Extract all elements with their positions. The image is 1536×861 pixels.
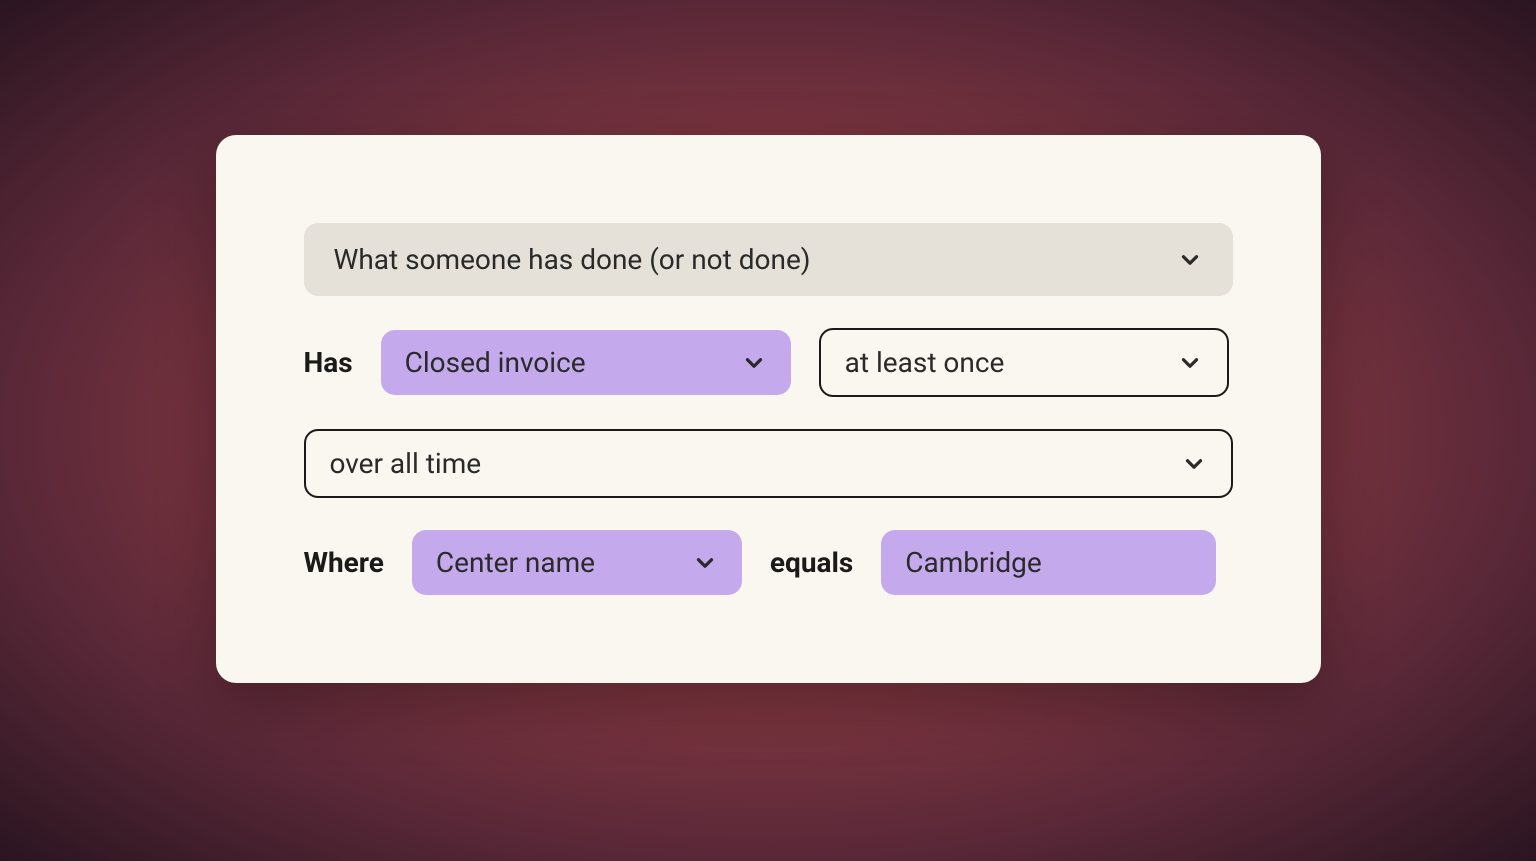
field-select-label: Center name xyxy=(436,546,595,579)
action-row: Has Closed invoice at least once xyxy=(304,328,1233,397)
has-label: Has xyxy=(304,346,353,379)
where-label: Where xyxy=(304,546,384,579)
chevron-down-icon xyxy=(1177,247,1203,273)
category-select[interactable]: What someone has done (or not done) xyxy=(304,223,1233,296)
value-input[interactable]: Cambridge xyxy=(881,530,1216,595)
field-select[interactable]: Center name xyxy=(412,530,742,595)
value-input-text: Cambridge xyxy=(905,546,1041,579)
chevron-down-icon xyxy=(1177,350,1203,376)
chevron-down-icon xyxy=(692,550,718,576)
action-select[interactable]: Closed invoice xyxy=(381,330,791,395)
operator-label: equals xyxy=(770,546,853,579)
frequency-select-label: at least once xyxy=(845,346,1005,379)
chevron-down-icon xyxy=(1181,451,1207,477)
category-select-label: What someone has done (or not done) xyxy=(334,243,811,276)
where-row: Where Center name equals Cambridge xyxy=(304,530,1233,595)
filter-card: What someone has done (or not done) Has … xyxy=(216,135,1321,683)
action-select-label: Closed invoice xyxy=(405,346,586,379)
timerange-select-label: over all time xyxy=(330,447,482,480)
frequency-select[interactable]: at least once xyxy=(819,328,1229,397)
timerange-select[interactable]: over all time xyxy=(304,429,1233,498)
timerange-row: over all time xyxy=(304,429,1233,498)
chevron-down-icon xyxy=(741,350,767,376)
